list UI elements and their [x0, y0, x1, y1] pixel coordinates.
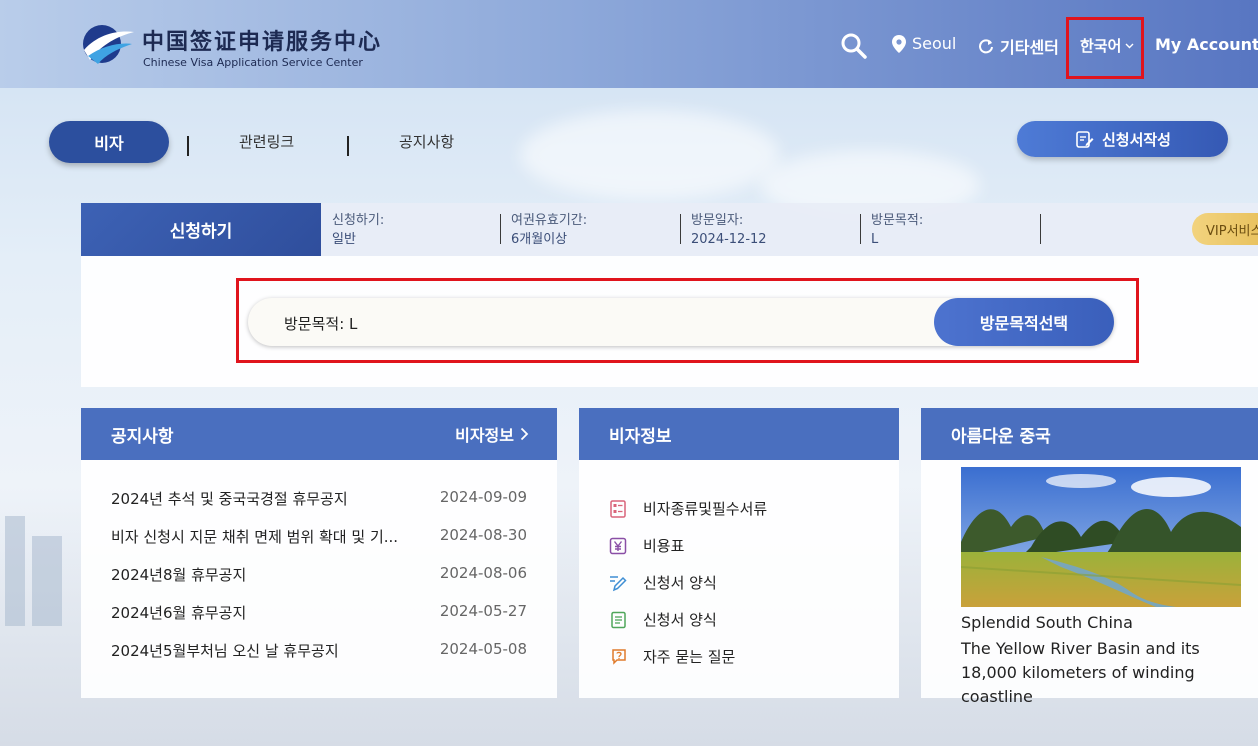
visa-info-card-title: 비자정보	[609, 426, 672, 447]
notice-title: 비자 신청시 지문 채취 면제 범위 확대 및 기...	[111, 528, 399, 546]
visa-info-item[interactable]: 비용표	[609, 527, 899, 564]
beautiful-china-header: 아름다운 중국	[921, 408, 1258, 460]
karst-landscape-image	[961, 467, 1241, 607]
document-list-icon	[610, 499, 626, 518]
notice-item[interactable]: 2024년8월 휴무공지 2024-08-06	[111, 564, 527, 602]
notice-list: 2024년 추석 및 중국국경절 휴무공지 2024-09-09 비자 신청시 …	[81, 460, 557, 678]
field-divider	[1040, 214, 1041, 244]
notice-date: 2024-05-27	[439, 602, 527, 620]
vip-service-button[interactable]: VIP서비스	[1192, 213, 1258, 245]
notice-date: 2024-09-09	[439, 488, 527, 506]
beautiful-china-title: 아름다운 중국	[951, 426, 1051, 447]
form-page-icon	[611, 611, 626, 628]
field-visit-purpose[interactable]: 방문목적: L	[871, 211, 923, 249]
yen-icon	[609, 537, 627, 554]
language-selector[interactable]: 한국어	[1080, 35, 1134, 56]
other-center-label: 기타센터	[1000, 38, 1059, 57]
language-label: 한국어	[1080, 37, 1122, 55]
field-label: 신청하기:	[332, 213, 385, 228]
chevron-right-icon	[520, 427, 529, 441]
field-value: L	[871, 232, 879, 247]
notice-item[interactable]: 2024년5월부처님 오신 날 휴무공지 2024-05-08	[111, 640, 527, 678]
field-label: 방문목적:	[871, 213, 924, 228]
location-label: Seoul	[912, 34, 957, 53]
apply-form-button[interactable]: 신청서작성	[1017, 121, 1228, 157]
background-building	[32, 536, 62, 626]
notice-date: 2024-05-08	[439, 640, 527, 658]
question-chat-icon	[612, 648, 626, 665]
apply-form-label: 신청서작성	[1101, 130, 1171, 149]
field-divider	[680, 214, 681, 244]
more-link-label: 비자정보	[455, 426, 514, 445]
visa-info-label: 비자종류및필수서류	[643, 500, 768, 518]
field-visit-date[interactable]: 방문일자: 2024-12-12	[691, 211, 767, 249]
tab-divider	[347, 136, 349, 156]
visa-info-more-link[interactable]: 비자정보	[455, 422, 529, 446]
field-value: 2024-12-12	[691, 232, 767, 247]
field-passport-validity[interactable]: 여권유효기간: 6개월이상	[511, 211, 587, 249]
notice-item[interactable]: 2024년6월 휴무공지 2024-05-27	[111, 602, 527, 640]
visa-info-item[interactable]: 비자종류및필수서류	[609, 490, 899, 527]
visa-info-label: 신청서 양식	[643, 611, 717, 629]
notice-title: 2024년8월 휴무공지	[111, 566, 247, 584]
location-selector[interactable]: Seoul	[892, 34, 956, 53]
field-value: 6개월이상	[511, 232, 568, 247]
select-purpose-button[interactable]: 방문목적선택	[934, 298, 1114, 346]
visa-info-card: 비자정보 비자종류및필수서류 비용표 신청서 양식 신청서 양식 자주 묻는 질…	[579, 408, 899, 698]
notice-title: 2024년 추석 및 중국국경절 휴무공지	[111, 490, 348, 508]
field-application-type[interactable]: 신청하기: 일반	[332, 211, 384, 249]
visa-info-label: 신청서 양식	[643, 574, 717, 592]
search-icon[interactable]	[840, 32, 868, 60]
refresh-icon	[979, 39, 993, 54]
application-summary-bar: 신청하기 신청하기: 일반 여권유효기간: 6개월이상 방문일자: 2024-1…	[81, 203, 1258, 256]
field-divider	[500, 214, 501, 244]
site-logo[interactable]: 中国签证申请服务中心 Chinese Visa Application Serv…	[80, 20, 380, 72]
field-label: 방문일자:	[691, 213, 744, 228]
site-header: 中国签证申请服务中心 Chinese Visa Application Serv…	[0, 0, 1258, 88]
beautiful-china-card: 아름다운 중국 Splendid South China The Yellow …	[921, 408, 1258, 706]
visa-info-item[interactable]: 신청서 양식	[609, 601, 899, 638]
notice-card-header: 공지사항 비자정보	[81, 408, 557, 460]
apply-title: 신청하기	[81, 203, 321, 256]
notice-item[interactable]: 2024년 추석 및 중국국경절 휴무공지 2024-09-09	[111, 488, 527, 526]
landscape-photo[interactable]	[961, 467, 1241, 607]
map-pin-icon	[892, 34, 906, 53]
background-building	[5, 516, 25, 626]
landscape-caption[interactable]: Splendid South China	[961, 613, 1133, 632]
tab-divider	[187, 136, 189, 156]
logo-english-text: Chinese Visa Application Service Center	[143, 56, 363, 69]
notice-date: 2024-08-30	[439, 526, 527, 544]
pen-edit-icon	[610, 575, 627, 591]
chevron-down-icon	[1125, 43, 1134, 48]
visa-info-list: 비자종류및필수서류 비용표 신청서 양식 신청서 양식 자주 묻는 질문	[579, 460, 899, 675]
visa-info-item[interactable]: 신청서 양식	[609, 564, 899, 601]
notice-card-title: 공지사항	[111, 426, 174, 447]
notice-date: 2024-08-06	[439, 564, 527, 582]
field-label: 여권유효기간:	[511, 213, 588, 228]
tab-related-links[interactable]: 관련링크	[239, 131, 294, 152]
other-center-link[interactable]: 기타센터	[978, 34, 1059, 58]
landscape-description: The Yellow River Basin and its 18,000 ki…	[961, 639, 1200, 706]
visa-info-item[interactable]: 자주 묻는 질문	[609, 638, 899, 675]
form-edit-icon	[1076, 131, 1094, 148]
visa-info-label: 비용표	[643, 537, 685, 555]
field-divider	[860, 214, 861, 244]
background-cloud	[520, 110, 780, 200]
logo-chinese-text: 中国签证申请服务中心	[142, 29, 383, 55]
logo-swoosh-icon	[83, 25, 134, 64]
visa-info-label: 자주 묻는 질문	[643, 648, 736, 666]
notice-card: 공지사항 비자정보 2024년 추석 및 중국국경절 휴무공지 2024-09-…	[81, 408, 557, 698]
visit-purpose-value[interactable]: 방문목적: L	[284, 313, 357, 334]
tab-visa[interactable]: 비자	[49, 121, 169, 163]
my-account-link[interactable]: My Account	[1155, 35, 1258, 54]
visa-info-card-header: 비자정보	[579, 408, 899, 460]
notice-title: 2024년6월 휴무공지	[111, 604, 247, 622]
notice-title: 2024년5월부처님 오신 날 휴무공지	[111, 642, 339, 660]
field-value: 일반	[332, 232, 356, 247]
beautiful-china-body: Splendid South China The Yellow River Ba…	[921, 460, 1258, 706]
tab-notice[interactable]: 공지사항	[399, 131, 454, 152]
notice-item[interactable]: 비자 신청시 지문 채취 면제 범위 확대 및 기... 2024-08-30	[111, 526, 527, 564]
